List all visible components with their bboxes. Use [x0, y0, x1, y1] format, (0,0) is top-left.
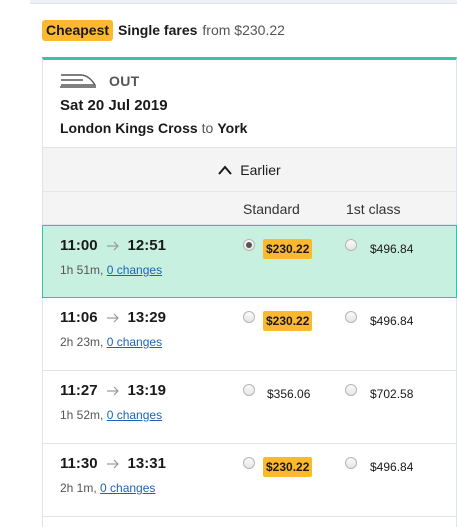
earlier-trains-row: Earlier	[43, 148, 456, 192]
journey-header: OUT Sat 20 Jul 2019 London Kings Cross to…	[43, 60, 456, 148]
earlier-button[interactable]: Earlier	[218, 161, 281, 178]
changes-link[interactable]: 0 changes	[107, 263, 162, 277]
first-class-fare-radio[interactable]	[345, 457, 357, 469]
route-to: to	[201, 120, 214, 136]
origin-station: London Kings Cross	[60, 120, 198, 136]
train-row[interactable]: 11:27 13:19 1h 52m, 0 changes $356.06 $7…	[43, 371, 456, 444]
standard-fare-radio[interactable]	[243, 384, 255, 396]
journey-meta: 1h 51m, 0 changes	[60, 263, 162, 277]
train-row[interactable]: 11:06 13:29 2h 23m, 0 changes $230.22 $4…	[43, 298, 456, 371]
duration: 2h 23m,	[60, 335, 104, 349]
duration: 2h 1m,	[60, 481, 97, 495]
journey-date: Sat 20 Jul 2019	[60, 97, 168, 114]
changes-link[interactable]: 0 changes	[100, 481, 155, 495]
destination-station: York	[217, 120, 248, 136]
arrival-time: 13:19	[127, 382, 166, 399]
arrival-time: 13:31	[127, 455, 166, 472]
arrival-time: 13:29	[127, 309, 166, 326]
duration: 1h 52m,	[60, 408, 104, 422]
first-class-fare-price: $496.84	[370, 314, 414, 328]
train-times: 11:27 13:19	[60, 382, 166, 399]
standard-fare-price: $230.22	[263, 311, 313, 331]
first-class-fare-radio[interactable]	[345, 311, 357, 323]
fare-type-title: Single fares	[118, 22, 198, 38]
journey-card: OUT Sat 20 Jul 2019 London Kings Cross to…	[42, 57, 457, 527]
standard-column-header: Standard	[243, 201, 300, 217]
earlier-label: Earlier	[240, 161, 281, 178]
first-class-fare-radio[interactable]	[345, 239, 357, 251]
standard-fare-price: $230.22	[263, 457, 313, 477]
fare-banner: Cheapest Single fares from $230.22	[42, 19, 285, 41]
first-class-fare-radio[interactable]	[345, 384, 357, 396]
standard-fare-radio[interactable]	[243, 239, 255, 251]
fare-from-price: from $230.22	[202, 22, 285, 38]
arrival-time: 12:51	[127, 237, 166, 254]
journey-meta: 2h 23m, 0 changes	[60, 335, 162, 349]
train-times: 11:06 13:29	[60, 309, 166, 326]
train-times: 11:00 12:51	[60, 237, 166, 254]
changes-link[interactable]: 0 changes	[107, 335, 162, 349]
direction-label: OUT	[109, 73, 140, 89]
train-icon	[60, 74, 97, 88]
first-class-column-header: 1st class	[346, 201, 401, 217]
journey-meta: 1h 52m, 0 changes	[60, 408, 162, 422]
arrow-right-icon	[106, 386, 119, 395]
top-edge	[30, 0, 457, 4]
train-times: 11:30 13:31	[60, 455, 166, 472]
fare-column-headers: Standard 1st class	[43, 192, 456, 225]
arrow-right-icon	[106, 313, 119, 322]
changes-link[interactable]: 0 changes	[107, 408, 162, 422]
train-list: 11:00 12:51 1h 51m, 0 changes $230.22 $4…	[42, 225, 457, 517]
first-class-fare-price: $496.84	[370, 242, 414, 256]
arrow-right-icon	[106, 459, 119, 468]
train-row[interactable]: 11:30 13:31 2h 1m, 0 changes $230.22 $49…	[43, 444, 456, 517]
first-class-fare-price: $702.58	[370, 387, 414, 401]
departure-time: 11:30	[60, 455, 98, 472]
train-row[interactable]: 11:00 12:51 1h 51m, 0 changes $230.22 $4…	[42, 225, 457, 298]
standard-fare-radio[interactable]	[243, 457, 255, 469]
cheapest-badge: Cheapest	[42, 19, 114, 41]
arrow-right-icon	[106, 241, 119, 250]
chevron-up-icon	[218, 164, 233, 175]
route: London Kings Cross to York	[60, 120, 247, 136]
standard-fare-radio[interactable]	[243, 311, 255, 323]
departure-time: 11:06	[60, 309, 98, 326]
departure-time: 11:27	[60, 382, 98, 399]
departure-time: 11:00	[60, 237, 98, 254]
standard-fare-price: $356.06	[267, 387, 311, 401]
standard-fare-price: $230.22	[263, 239, 313, 259]
first-class-fare-price: $496.84	[370, 460, 414, 474]
duration: 1h 51m,	[60, 263, 104, 277]
journey-meta: 2h 1m, 0 changes	[60, 481, 155, 495]
